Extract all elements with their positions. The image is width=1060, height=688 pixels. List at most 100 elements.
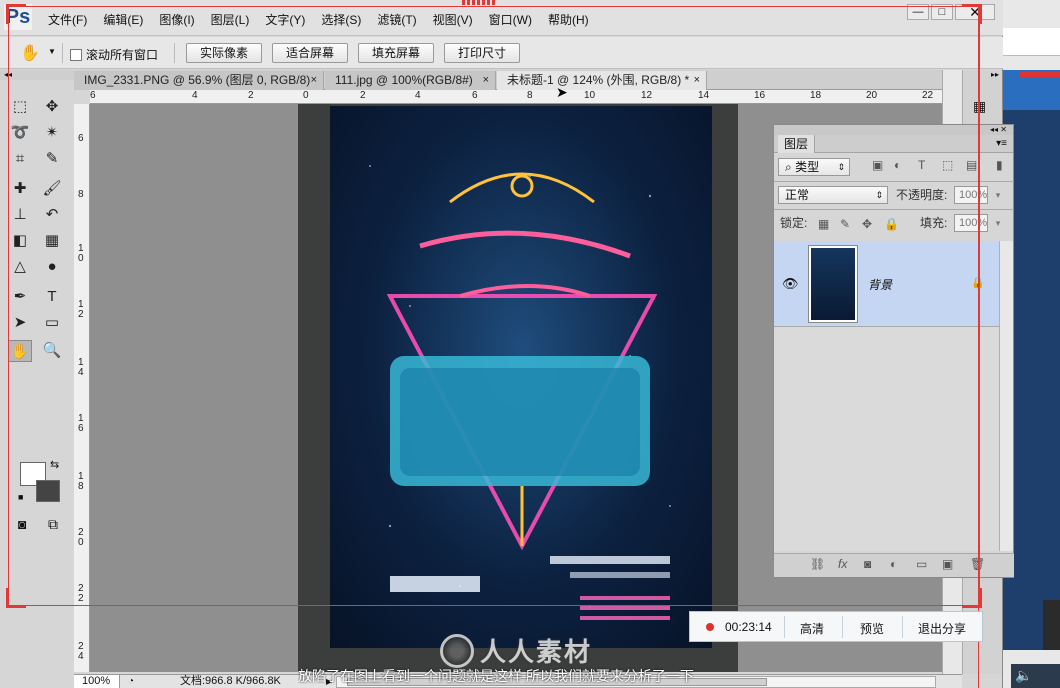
options-bar: ✋ ▼ 滚动所有窗口 实际像素 适合屏幕 填充屏幕 打印尺寸 [0,37,1003,69]
adjustment-layer-icon[interactable]: ◐ [890,557,897,571]
quick-mask-icon[interactable]: ◙ [18,516,26,532]
move-tool-icon[interactable]: ✥ [40,96,64,118]
panel-menu-icon[interactable]: ▾≡ [996,138,1007,149]
menu-view[interactable]: 视图(V) [433,11,481,28]
adjustment-filter-icon[interactable]: ◐ [894,158,901,172]
blur-tool-icon[interactable]: △ [8,256,32,278]
checkbox-box[interactable] [70,48,82,61]
fill-screen-button[interactable]: 填充屏幕 [358,43,434,63]
scroll-all-windows-checkbox[interactable]: 滚动所有窗口 [70,46,158,63]
lock-all-icon[interactable]: 🔒 [884,217,899,231]
volume-icon[interactable]: 🔈 [1011,664,1060,688]
preview-button[interactable]: 预览 [860,620,884,637]
menu-type[interactable]: 文字(Y) [265,11,313,28]
crop-tool-icon[interactable]: ⌗ [8,148,32,170]
tool-preset-dropdown-icon[interactable]: ▼ [48,47,56,56]
zoom-tool-icon[interactable]: 🔍 [40,340,64,362]
separator [902,616,903,638]
default-colors-icon[interactable]: ■ [18,492,23,502]
lasso-tool-icon[interactable]: ➰ [8,122,32,144]
chevron-down-icon[interactable]: ▾ [989,215,1007,231]
new-group-icon[interactable]: ▭ [916,557,927,571]
filter-type-select[interactable]: ⌕ 类型 ⇕ [778,158,850,176]
fill-label: 填充: [920,216,948,230]
hand-tool-icon[interactable]: ✋ [20,43,40,63]
pen-tool-icon[interactable]: ✒ [8,286,32,308]
menu-window[interactable]: 窗口(W) [489,11,540,28]
pixel-filter-icon[interactable]: ▣ [872,158,883,172]
close-tab-icon[interactable]: × [311,71,317,89]
menu-layer[interactable]: 图层(L) [211,11,258,28]
brush-tool-icon[interactable]: 🖌 [40,178,64,200]
layer-name[interactable]: 背景 [868,276,892,293]
filter-toggle-icon[interactable]: ▮ [996,158,1003,172]
ruler-number: 8 [527,90,533,101]
history-brush-tool-icon[interactable]: ↶ [40,204,64,226]
menu-edit[interactable]: 编辑(E) [103,11,151,28]
tab-img-2331[interactable]: IMG_2331.PNG @ 56.9% (图层 0, RGB/8) × [74,71,324,90]
tab-layers[interactable]: 图层 [778,135,816,153]
zoom-level-field[interactable]: 100% [74,675,120,688]
menu-select[interactable]: 选择(S) [321,11,369,28]
blend-mode-select[interactable]: 正常 ⇕ [778,186,888,204]
menu-bar: Ps 文件(F) 编辑(E) 图像(I) 图层(L) 文字(Y) 选择(S) 滤… [0,0,1003,36]
layers-panel-icon[interactable]: ▦ [973,98,986,115]
magic-wand-tool-icon[interactable]: ✴ [40,122,64,144]
clone-stamp-tool-icon[interactable]: ⊥ [8,204,32,226]
marquee-tool-icon[interactable]: ⬚ [8,96,32,118]
ruler-number: 1 8 [78,471,84,492]
lock-label: 锁定: [780,216,808,230]
menu-help[interactable]: 帮助(H) [548,11,597,28]
smart-object-filter-icon[interactable]: ▤ [966,158,977,172]
status-info-icon[interactable]: ◔ [128,675,134,688]
lock-position-icon[interactable]: ✥ [862,217,872,231]
dodge-tool-icon[interactable]: ● [40,256,64,278]
menu-file[interactable]: 文件(F) [48,11,95,28]
link-layers-icon[interactable]: ⛓ [810,557,825,571]
chevron-down-icon[interactable]: ▾ [989,187,1007,203]
actual-pixels-button[interactable]: 实际像素 [186,43,262,63]
layers-scrollbar[interactable] [999,241,1013,551]
close-button[interactable]: ✕ [955,4,995,20]
healing-brush-tool-icon[interactable]: ✚ [8,178,32,200]
menu-filter[interactable]: 滤镜(T) [377,11,424,28]
desktop-window-strip [1020,72,1060,78]
panel-dock-collapse[interactable]: ▸▸ [963,70,1003,80]
type-filter-icon[interactable]: T [918,158,925,172]
eraser-tool-icon[interactable]: ◧ [8,230,32,252]
eyedropper-tool-icon[interactable]: ✎ [40,148,64,170]
hand-tool-icon[interactable]: ✋ [8,340,32,362]
lock-pixels-icon[interactable]: ✎ [840,217,850,231]
opacity-input[interactable]: 100% ▾ [954,186,1000,204]
exit-share-button[interactable]: 退出分享 [918,620,966,637]
close-tab-icon[interactable]: × [694,71,700,89]
search-icon: ⌕ [785,160,796,174]
fill-input[interactable]: 100% ▾ [954,214,1000,232]
tab-111-jpg[interactable]: 111.jpg @ 100%(RGB/8#) × [325,71,496,90]
background-color-swatch[interactable] [36,480,60,502]
type-tool-icon[interactable]: T [40,286,64,308]
minimize-button[interactable]: — [907,4,929,20]
fit-screen-button[interactable]: 适合屏幕 [272,43,348,63]
add-mask-icon[interactable]: ◙ [864,557,871,571]
tab-untitled-1[interactable]: 未标题-1 @ 124% (外围, RGB/8) * × [497,71,707,90]
eye-icon[interactable]: 👁 [782,276,799,292]
layer-row-background[interactable]: 👁 背景 🔒 [774,241,999,327]
shape-filter-icon[interactable]: ⬚ [942,158,953,172]
swap-colors-icon[interactable]: ⇆ [50,458,59,471]
recording-frame-handle[interactable] [462,0,496,5]
hd-button[interactable]: 高清 [800,620,824,637]
layer-style-icon[interactable]: fx [838,557,847,571]
ruler-number: 8 [78,189,84,200]
path-selection-tool-icon[interactable]: ➤ [8,312,32,334]
new-layer-icon[interactable]: ▣ [942,557,953,571]
toolbox-collapse[interactable]: ◂◂ [0,70,74,80]
screen-mode-icon[interactable]: ⧉ [48,516,58,533]
maximize-button[interactable]: □ [931,4,953,20]
gradient-tool-icon[interactable]: ▦ [40,230,64,252]
lock-transparency-icon[interactable]: ▦ [818,217,829,231]
menu-image[interactable]: 图像(I) [159,11,202,28]
print-size-button[interactable]: 打印尺寸 [444,43,520,63]
close-tab-icon[interactable]: × [483,71,489,89]
rectangle-tool-icon[interactable]: ▭ [40,312,64,334]
